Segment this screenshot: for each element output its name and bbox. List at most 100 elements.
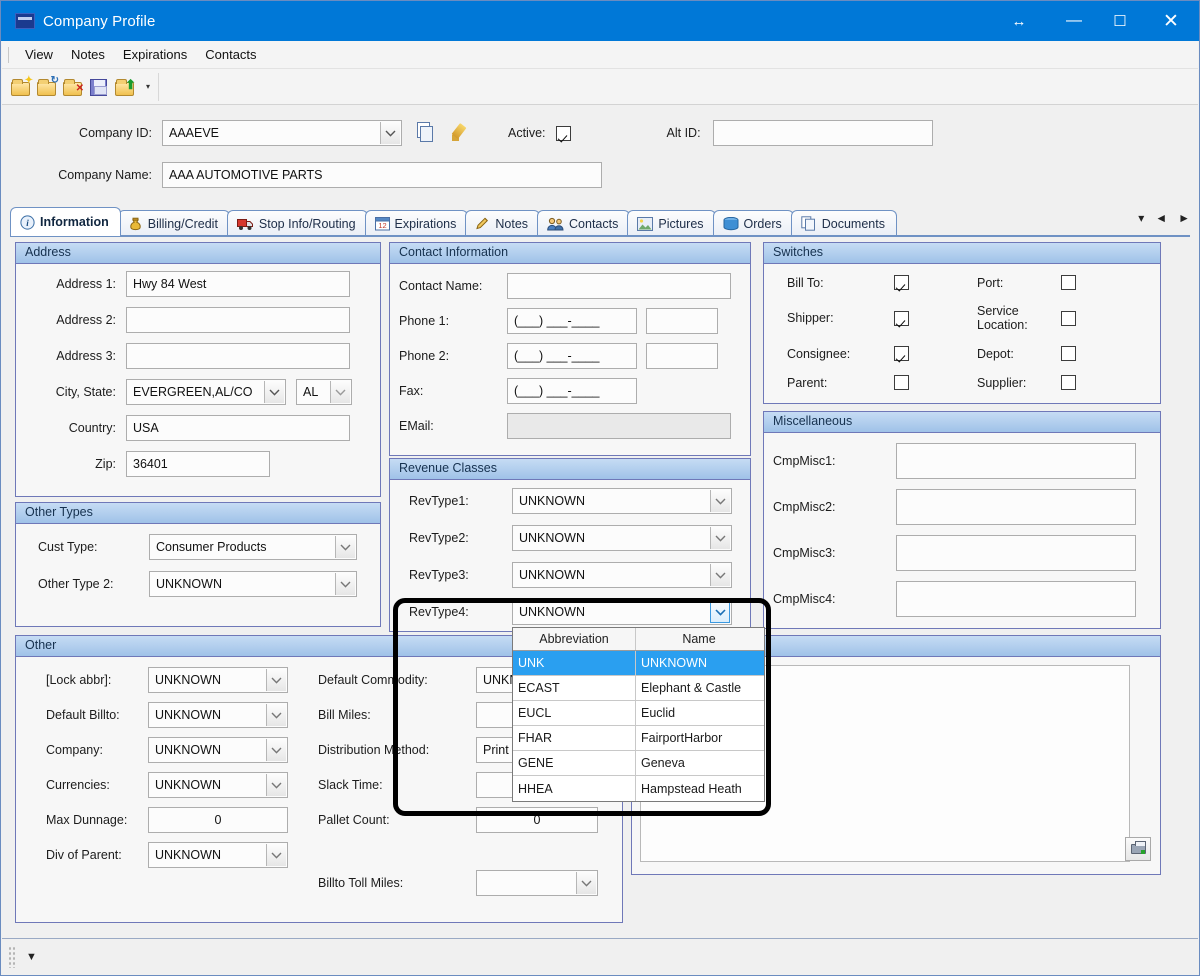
phone1-ext-input[interactable]: [646, 308, 718, 334]
resize-grip[interactable]: [8, 945, 16, 968]
alt-id-input[interactable]: [712, 120, 933, 146]
revtype4-dropdown-list[interactable]: Abbreviation Name UNK UNKNOWN ECAST Elep…: [512, 627, 765, 802]
tab-contacts[interactable]: Contacts: [537, 210, 631, 236]
minimize-button[interactable]: —: [1051, 1, 1097, 41]
max-dunnage-input[interactable]: 0: [148, 807, 288, 833]
revtype1-combo[interactable]: UNKNOWN: [512, 488, 732, 514]
shipper-checkbox[interactable]: [894, 310, 909, 326]
address1-input[interactable]: Hwy 84 West: [126, 271, 350, 297]
resize-button[interactable]: ↔: [987, 1, 1051, 41]
cmpmisc1-input[interactable]: [896, 443, 1136, 479]
state-combo[interactable]: AL: [296, 379, 352, 405]
revtype2-combo[interactable]: UNKNOWN: [512, 525, 732, 551]
address3-input[interactable]: [126, 343, 350, 369]
chevron-down-icon[interactable]: [380, 122, 400, 144]
address2-input[interactable]: [126, 307, 350, 333]
cmpmisc2-input[interactable]: [896, 489, 1136, 525]
bill-to-checkbox[interactable]: [894, 275, 909, 290]
chevron-down-icon[interactable]: [710, 601, 730, 623]
chevron-down-icon[interactable]: [266, 844, 286, 866]
dropdown-item[interactable]: UNK UNKNOWN: [513, 651, 764, 676]
tab-expirations[interactable]: 12 Expirations: [364, 210, 469, 236]
chevron-down-icon[interactable]: [576, 872, 596, 894]
status-dropdown-icon[interactable]: ▼: [26, 951, 37, 963]
chevron-down-icon[interactable]: [710, 527, 730, 549]
company-name-input[interactable]: AAA AUTOMOTIVE PARTS: [162, 162, 602, 188]
company-id-combo[interactable]: AAAEVE: [162, 120, 402, 146]
phone2-ext-input[interactable]: [646, 343, 718, 369]
menu-item-contacts[interactable]: Contacts: [196, 44, 265, 65]
tab-dropdown-icon[interactable]: ▾: [1138, 211, 1144, 225]
print-button[interactable]: [1125, 837, 1151, 861]
lock-abbr-combo[interactable]: UNKNOWN: [148, 667, 288, 693]
maximize-button[interactable]: ☐: [1097, 1, 1143, 41]
delete-folder-icon[interactable]: ✕: [62, 77, 84, 97]
tab-documents[interactable]: Documents: [790, 210, 897, 236]
email-input[interactable]: [507, 413, 731, 439]
chevron-down-icon[interactable]: [335, 536, 355, 558]
country-input[interactable]: USA: [126, 415, 350, 441]
close-button[interactable]: ✕: [1143, 1, 1199, 41]
pallet-count-input[interactable]: 0: [476, 807, 598, 833]
phone2-input[interactable]: (___) ___-____: [507, 343, 637, 369]
port-checkbox[interactable]: [1061, 275, 1076, 290]
tab-notes[interactable]: Notes: [465, 210, 541, 236]
other-type2-combo[interactable]: UNKNOWN: [149, 571, 357, 597]
active-checkbox[interactable]: [555, 125, 571, 141]
parent-checkbox[interactable]: [894, 375, 909, 390]
menu-grip[interactable]: [8, 46, 16, 63]
div-of-parent-combo[interactable]: UNKNOWN: [148, 842, 288, 868]
currencies-combo[interactable]: UNKNOWN: [148, 772, 288, 798]
dropdown-col-name: Name: [682, 632, 716, 646]
dropdown-item[interactable]: HHEA Hampstead Heath: [513, 776, 764, 801]
phone1-input[interactable]: (___) ___-____: [507, 308, 637, 334]
tab-orders[interactable]: Orders: [712, 210, 794, 236]
chevron-down-icon[interactable]: [710, 564, 730, 586]
dropdown-item[interactable]: EUCL Euclid: [513, 701, 764, 726]
new-folder-icon[interactable]: ✦: [10, 75, 33, 97]
tab-pictures[interactable]: Pictures: [627, 210, 716, 236]
zip-input[interactable]: 36401: [126, 451, 270, 477]
title-bar: Company Profile ↔ — ☐ ✕: [1, 1, 1199, 41]
contact-name-input[interactable]: [507, 273, 731, 299]
revtype4-combo[interactable]: UNKNOWN: [512, 599, 732, 625]
depot-checkbox[interactable]: [1061, 346, 1076, 361]
tab-next-icon[interactable]: ►: [1178, 211, 1190, 225]
chevron-down-icon[interactable]: [264, 381, 284, 403]
copy-document-icon[interactable]: [414, 122, 436, 144]
save-icon[interactable]: [88, 77, 110, 97]
fax-input[interactable]: (___) ___-____: [507, 378, 637, 404]
chevron-down-icon[interactable]: [330, 381, 350, 403]
export-folder-icon[interactable]: ⬆: [114, 77, 136, 97]
dropdown-item[interactable]: ECAST Elephant & Castle: [513, 676, 764, 701]
menu-item-view[interactable]: View: [16, 44, 62, 65]
consignee-checkbox[interactable]: [894, 346, 909, 361]
tab-billing-credit[interactable]: Billing/Credit: [117, 210, 230, 236]
tab-prev-icon[interactable]: ◄: [1155, 211, 1167, 225]
tab-stop-info-routing[interactable]: Stop Info/Routing: [226, 210, 368, 236]
chevron-down-icon[interactable]: [266, 704, 286, 726]
supplier-checkbox[interactable]: [1061, 375, 1076, 390]
dropdown-item[interactable]: GENE Geneva: [513, 751, 764, 776]
chevron-down-icon[interactable]: [266, 774, 286, 796]
cmpmisc3-input[interactable]: [896, 535, 1136, 571]
chevron-down-icon[interactable]: [266, 739, 286, 761]
city-state-combo[interactable]: EVERGREEN,AL/CO: [126, 379, 286, 405]
toolbar-overflow-icon[interactable]: ▾: [146, 82, 150, 91]
service-location-checkbox[interactable]: [1061, 310, 1076, 326]
cust-type-combo[interactable]: Consumer Products: [149, 534, 357, 560]
billto-toll-miles-combo[interactable]: [476, 870, 598, 896]
revtype3-combo[interactable]: UNKNOWN: [512, 562, 732, 588]
company-combo[interactable]: UNKNOWN: [148, 737, 288, 763]
chevron-down-icon[interactable]: [710, 490, 730, 512]
dropdown-item[interactable]: FHAR FairportHarbor: [513, 726, 764, 751]
tab-information[interactable]: i Information: [10, 207, 121, 236]
open-folder-icon[interactable]: ↻: [36, 75, 59, 97]
menu-item-notes[interactable]: Notes: [62, 44, 114, 65]
chevron-down-icon[interactable]: [335, 573, 355, 595]
chevron-down-icon[interactable]: [266, 669, 286, 691]
menu-item-expirations[interactable]: Expirations: [114, 44, 196, 65]
default-billto-combo[interactable]: UNKNOWN: [148, 702, 288, 728]
cmpmisc4-input[interactable]: [896, 581, 1136, 617]
pencil-icon[interactable]: [450, 122, 472, 144]
